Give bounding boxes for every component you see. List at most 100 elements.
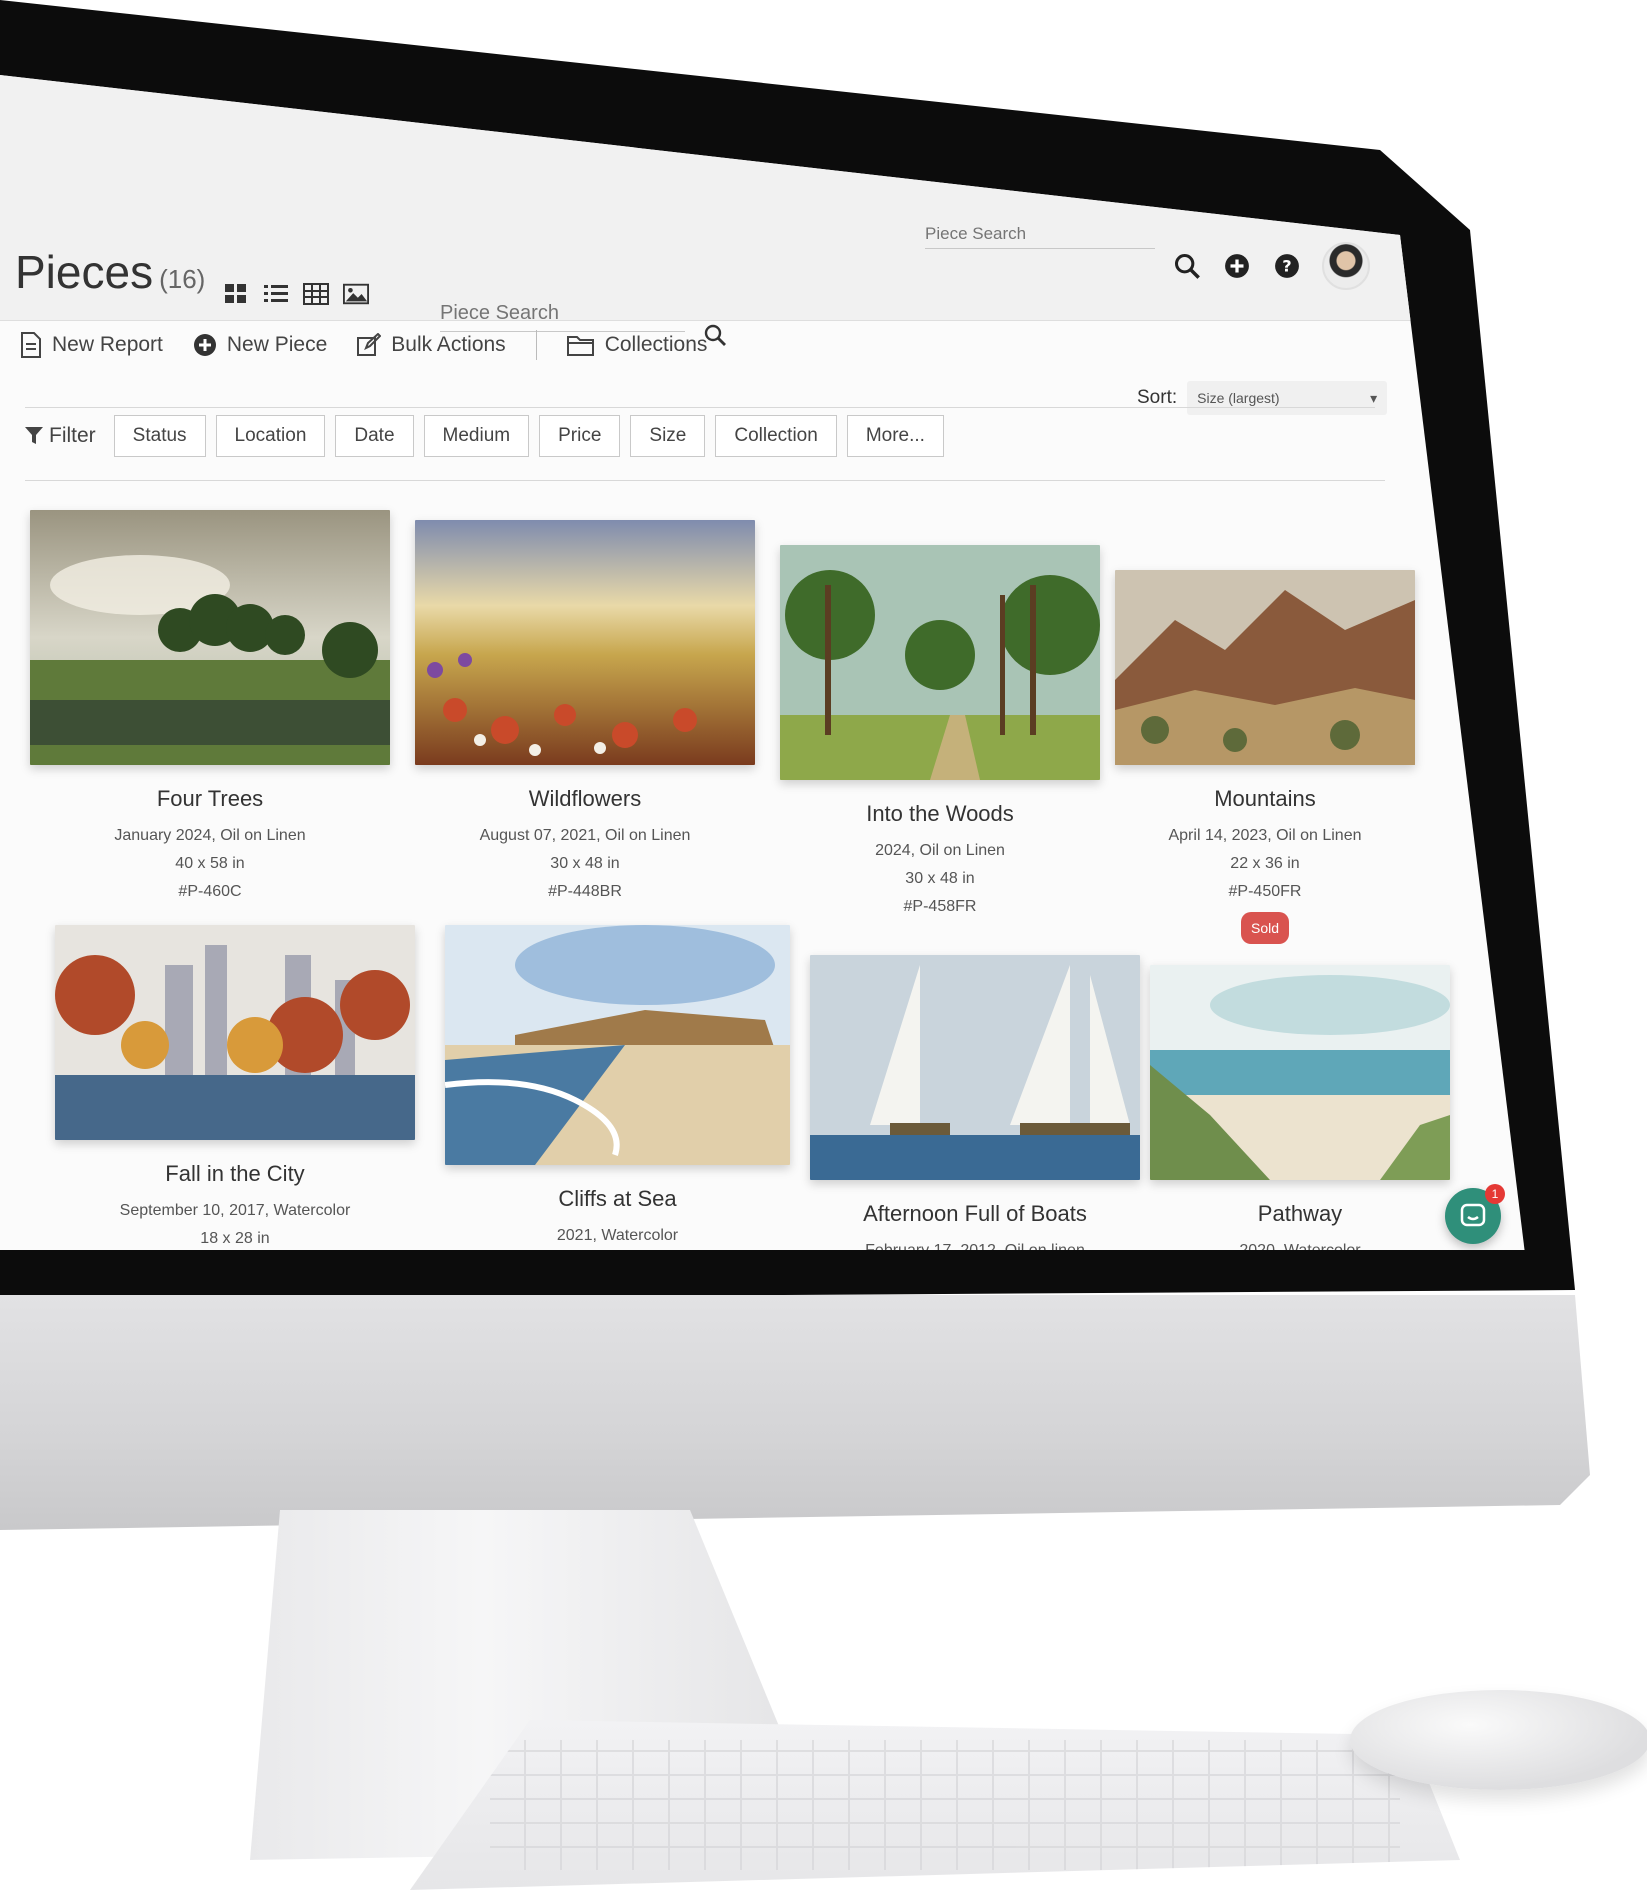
piece-thumbnail	[810, 955, 1140, 1180]
piece-title: Cliffs at Sea	[558, 1186, 677, 1211]
chat-button[interactable]: 1	[1445, 1184, 1505, 1244]
piece-title: Mountains	[1214, 786, 1316, 811]
piece-meta: 2024, Oil on Linen 30 x 48 in #P-458FR	[780, 837, 1100, 921]
help-icon[interactable]: ?	[1272, 251, 1302, 281]
piece-meta: 2021, Watercolor	[445, 1222, 790, 1250]
piece-id: #P-458FR	[903, 898, 977, 915]
chevron-down-icon: ▾	[1370, 389, 1378, 406]
piece-thumbnail	[55, 925, 415, 1140]
piece-title: Four Trees	[156, 786, 264, 811]
filter-chip-size[interactable]: Size	[630, 415, 706, 457]
piece-id: #P-448BR	[548, 883, 622, 900]
piece-card[interactable]: Into the Woods 2024, Oil on Linen 30 x 4…	[780, 545, 1100, 921]
filter-bar: Filter Status Location Date Medium Price…	[25, 415, 944, 457]
piece-meta: February 17, 2012, Oil on linen	[810, 1237, 1140, 1250]
piece-date-medium: April 14, 2023, Oil on Linen	[1168, 827, 1362, 844]
svg-text:?: ?	[1282, 256, 1291, 275]
new-piece-button[interactable]: New Piece	[193, 333, 327, 357]
keyboard	[410, 1720, 1460, 1890]
plus-circle-icon	[193, 334, 216, 356]
filter-chip-collection[interactable]: Collection	[715, 415, 837, 457]
new-report-label: New Report	[52, 333, 163, 356]
collections-label: Collections	[604, 333, 708, 356]
collections-button[interactable]: Collections	[566, 333, 708, 357]
piece-date-medium: 2020, Watercolor	[1150, 1237, 1450, 1250]
piece-meta: August 07, 2021, Oil on Linen 30 x 48 in…	[415, 822, 755, 906]
edit-icon	[357, 333, 382, 356]
image-view-icon[interactable]	[343, 283, 369, 305]
filter-chip-location[interactable]: Location	[215, 415, 326, 457]
piece-meta: April 14, 2023, Oil on Linen 22 x 36 in …	[1115, 822, 1415, 944]
piece-card[interactable]: Afternoon Full of Boats February 17, 201…	[810, 955, 1140, 1250]
grid-view-icon[interactable]	[223, 283, 249, 305]
filter-chip-more[interactable]: More...	[846, 415, 944, 457]
piece-title: Wildflowers	[528, 786, 642, 811]
piece-id: #P-450FR	[1228, 883, 1302, 900]
filter-label: Filter	[49, 424, 96, 447]
piece-date-medium: February 17, 2012, Oil on linen	[810, 1237, 1140, 1250]
piece-card[interactable]: Pathway 2020, Watercolor	[1150, 965, 1450, 1250]
sort-control: Sort: Size (largest) ▾	[1137, 381, 1388, 415]
action-divider-line	[25, 407, 1375, 408]
piece-thumbnail	[30, 510, 390, 765]
funnel-icon	[25, 427, 43, 444]
filter-divider-line	[25, 480, 1385, 481]
sort-select[interactable]: Size (largest) ▾	[1187, 381, 1388, 415]
piece-thumbnail	[444, 925, 790, 1165]
filter-chip-price[interactable]: Price	[539, 415, 621, 457]
piece-meta: 2020, Watercolor	[1150, 1237, 1450, 1250]
action-divider	[535, 330, 537, 360]
chat-icon	[1460, 1203, 1486, 1227]
folder-icon	[566, 336, 594, 356]
piece-date-medium: August 07, 2021, Oil on Linen	[479, 827, 691, 844]
header-search-input[interactable]	[925, 220, 1155, 249]
piece-meta: January 2024, Oil on Linen 40 x 58 in #P…	[30, 822, 390, 906]
new-piece-label: New Piece	[226, 333, 328, 356]
document-icon	[21, 332, 41, 358]
piece-title: Into the Woods	[866, 801, 1014, 826]
piece-date-medium: 2021, Watercolor	[556, 1227, 679, 1244]
page-title-text: Pieces	[15, 246, 154, 298]
notification-badge: 1	[1485, 1184, 1505, 1204]
piece-date-medium: January 2024, Oil on Linen	[114, 827, 306, 844]
piece-title: Fall in the City	[165, 1161, 305, 1186]
sort-value: Size (largest)	[1197, 390, 1280, 406]
user-avatar[interactable]	[1322, 242, 1370, 290]
piece-size: 40 x 58 in	[175, 855, 245, 872]
sold-badge: Sold	[1240, 912, 1290, 944]
header-icons: ?	[1172, 242, 1370, 290]
piece-thumbnail	[1150, 965, 1450, 1180]
list-view-icon[interactable]	[263, 283, 289, 305]
piece-card[interactable]: Mountains April 14, 2023, Oil on Linen 2…	[1115, 570, 1415, 944]
filter-button[interactable]: Filter	[25, 424, 96, 448]
action-bar: New Report New Piece Bulk Actions Collec…	[20, 330, 707, 360]
search-icon[interactable]	[1172, 251, 1202, 281]
sort-label: Sort:	[1137, 387, 1178, 408]
filter-chip-status[interactable]: Status	[113, 415, 206, 457]
piece-date-medium: 2024, Oil on Linen	[875, 842, 1005, 859]
piece-thumbnail	[1115, 570, 1415, 765]
piece-meta: September 10, 2017, Watercolor 18 x 28 i…	[55, 1197, 415, 1250]
piece-card[interactable]: Fall in the City September 10, 2017, Wat…	[55, 925, 415, 1250]
piece-title: Afternoon Full of Boats	[863, 1201, 1087, 1226]
bulk-actions-button[interactable]: Bulk Actions	[357, 333, 506, 357]
new-report-button[interactable]: New Report	[20, 332, 163, 358]
piece-count: (16)	[159, 264, 206, 294]
piece-date-medium: September 10, 2017, Watercolor	[119, 1202, 351, 1219]
piece-size: 30 x 48 in	[550, 855, 620, 872]
piece-card[interactable]: Cliffs at Sea 2021, Watercolor	[444, 925, 790, 1250]
monitor-chin	[0, 1295, 1590, 1530]
piece-id: #P-460C	[178, 883, 242, 900]
piece-search-input[interactable]	[440, 296, 685, 332]
add-circle-icon[interactable]	[1222, 251, 1252, 281]
piece-size: 30 x 48 in	[905, 870, 975, 887]
piece-size: 18 x 28 in	[200, 1230, 270, 1247]
piece-card[interactable]: Wildflowers August 07, 2021, Oil on Line…	[415, 520, 755, 906]
piece-thumbnail	[415, 520, 755, 765]
filter-chip-medium[interactable]: Medium	[423, 415, 530, 457]
piece-size: 22 x 36 in	[1230, 855, 1300, 872]
filter-chip-date[interactable]: Date	[335, 415, 414, 457]
table-view-icon[interactable]	[303, 283, 329, 305]
page-title: Pieces (16)	[15, 245, 205, 299]
piece-card[interactable]: Four Trees January 2024, Oil on Linen 40…	[30, 510, 390, 906]
